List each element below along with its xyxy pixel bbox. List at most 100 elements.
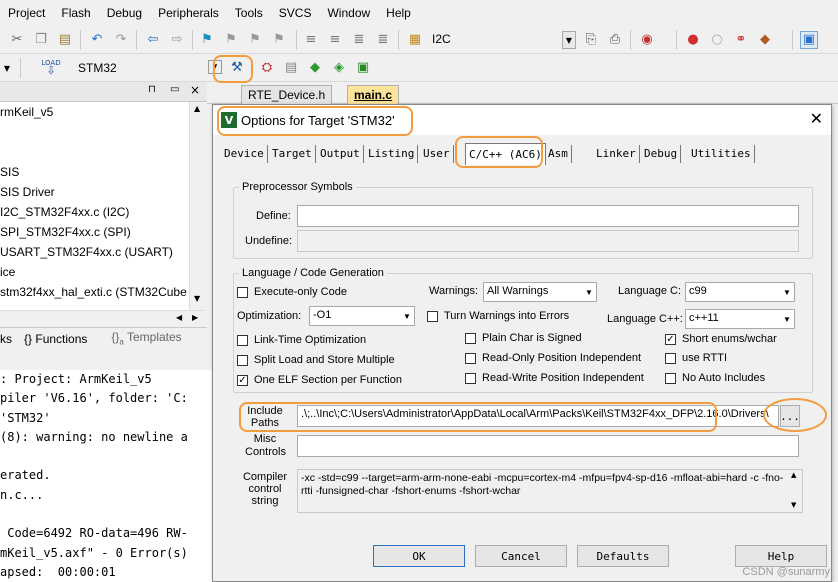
- tab-books[interactable]: ks: [0, 332, 12, 346]
- menu-window[interactable]: Window: [319, 6, 378, 20]
- comment-icon[interactable]: ≣: [350, 31, 368, 49]
- tree-item-spi[interactable]: SPI_STM32F4xx.c (SPI): [0, 222, 190, 242]
- tab-device[interactable]: Device: [221, 145, 268, 163]
- project-vertical-scrollbar[interactable]: ▲ ▼: [189, 102, 205, 310]
- short-enums-checkbox[interactable]: ✓ Short enums/wchar: [665, 333, 777, 345]
- close-icon[interactable]: ×: [190, 83, 200, 97]
- define-input[interactable]: [297, 205, 799, 227]
- nav-forward-icon[interactable]: ⇨: [168, 31, 186, 49]
- menu-flash[interactable]: Flash: [53, 6, 98, 20]
- warnings-select[interactable]: All Warnings ▼: [483, 282, 597, 302]
- one-elf-checkbox[interactable]: ✓ One ELF Section per Function: [237, 374, 402, 386]
- plain-char-checkbox[interactable]: Plain Char is Signed: [465, 332, 582, 344]
- pin-icon[interactable]: ⊓: [148, 84, 156, 95]
- menu-project[interactable]: Project: [0, 6, 53, 20]
- tab-linker[interactable]: Linker: [593, 145, 640, 163]
- menu-bar: Project Flash Debug Peripherals Tools SV…: [0, 0, 838, 26]
- breakpoints-all-icon[interactable]: ◆: [756, 31, 774, 49]
- find-in-files-icon[interactable]: ▦: [406, 31, 424, 49]
- cancel-button[interactable]: Cancel: [475, 545, 567, 567]
- language-cpp-select[interactable]: c++11 ▼: [685, 309, 795, 329]
- undo-icon[interactable]: ↶: [88, 31, 106, 49]
- nav-back-icon[interactable]: ⇦: [144, 31, 162, 49]
- tree-item-i2c[interactable]: I2C_STM32F4xx.c (I2C): [0, 202, 190, 222]
- tab-target[interactable]: Target: [269, 145, 316, 163]
- tab-debug[interactable]: Debug: [641, 145, 682, 163]
- build-line: mKeil_v5.axf" - 0 Error(s): [0, 545, 188, 560]
- ro-position-checkbox[interactable]: Read-Only Position Independent: [465, 352, 641, 364]
- tree-item-cmsis-driver[interactable]: SIS Driver: [0, 182, 190, 202]
- redo-icon[interactable]: ↷: [112, 31, 130, 49]
- window-layout-icon[interactable]: ▣: [800, 31, 818, 49]
- scroll-up-icon[interactable]: ▲: [791, 471, 796, 479]
- bookmark-clear-icon[interactable]: ⚑: [270, 31, 288, 49]
- chevron-down-icon[interactable]: ▼: [0, 59, 14, 77]
- incremental-find-icon[interactable]: ⎙: [606, 31, 624, 49]
- find-icon[interactable]: ⎘: [582, 31, 600, 49]
- project-horizontal-scrollbar[interactable]: ◀ ▶: [0, 310, 205, 326]
- run-time-env-icon[interactable]: ▣: [354, 59, 372, 77]
- menu-help[interactable]: Help: [378, 6, 419, 20]
- tab-templates[interactable]: {}a Templates: [111, 330, 193, 346]
- language-c-select[interactable]: c99 ▼: [685, 282, 795, 302]
- bookmark-next-icon[interactable]: ⚑: [246, 31, 264, 49]
- select-packs-icon[interactable]: ▤: [282, 59, 300, 77]
- manage-rte-icon[interactable]: ◆: [306, 59, 324, 77]
- breakpoint-kill-icon[interactable]: ⚭: [732, 31, 750, 49]
- tree-item-device[interactable]: ice: [0, 262, 190, 282]
- tab-rte-device-h[interactable]: RTE_Device.h: [241, 85, 333, 104]
- options-dialog: V Options for Target 'STM32' ✕ Device Ta…: [212, 104, 832, 582]
- copy-icon[interactable]: ❐: [32, 31, 50, 49]
- optimization-select[interactable]: -O1 ▼: [309, 306, 415, 326]
- chevron-down-icon[interactable]: ▼: [562, 31, 576, 49]
- menu-tools[interactable]: Tools: [227, 6, 271, 20]
- tab-utilities[interactable]: Utilities: [688, 145, 755, 163]
- target-combo-label[interactable]: I2C: [432, 32, 451, 46]
- target-name[interactable]: STM32: [78, 61, 117, 75]
- load-download-icon[interactable]: LOAD ⇩: [41, 58, 60, 77]
- use-rtti-checkbox[interactable]: use RTTI: [665, 352, 727, 364]
- tab-output[interactable]: Output: [317, 145, 364, 163]
- chevron-down-icon: ▼: [400, 307, 414, 325]
- cut-icon[interactable]: ✂: [8, 31, 26, 49]
- tree-item-hal-exti[interactable]: stm32f4xx_hal_exti.c (STM32Cube H: [0, 282, 190, 302]
- tree-item-usart[interactable]: USART_STM32F4xx.c (USART): [0, 242, 190, 262]
- help-button[interactable]: Help: [735, 545, 827, 567]
- paste-icon[interactable]: ▤: [56, 31, 74, 49]
- defaults-button[interactable]: Defaults: [577, 545, 669, 567]
- bookmark-icon[interactable]: ⚑: [198, 31, 216, 49]
- no-auto-includes-checkbox[interactable]: No Auto Includes: [665, 372, 765, 384]
- indent-icon[interactable]: ≡: [302, 31, 320, 49]
- tab-functions[interactable]: {} Functions: [24, 332, 99, 346]
- tree-item-project[interactable]: rmKeil_v5: [0, 102, 190, 122]
- tab-listing[interactable]: Listing: [365, 145, 419, 163]
- menu-debug[interactable]: Debug: [99, 6, 150, 20]
- undefine-input[interactable]: [297, 230, 799, 252]
- scroll-down-icon[interactable]: ▼: [791, 501, 796, 509]
- tab-asm[interactable]: Asm: [545, 145, 572, 163]
- tab-main-c[interactable]: main.c: [347, 85, 400, 104]
- annotation-highlight: [217, 106, 413, 136]
- debug-session-icon[interactable]: ◉: [638, 31, 656, 49]
- menu-svcs[interactable]: SVCS: [271, 6, 320, 20]
- misc-controls-input[interactable]: [297, 435, 799, 457]
- tree-item-cmsis[interactable]: SIS: [0, 162, 190, 182]
- bookmark-prev-icon[interactable]: ⚑: [222, 31, 240, 49]
- execute-only-checkbox[interactable]: Execute-only Code: [237, 286, 347, 298]
- close-icon[interactable]: ✕: [810, 109, 823, 128]
- split-load-checkbox[interactable]: Split Load and Store Multiple: [237, 354, 395, 366]
- lto-checkbox[interactable]: Link-Time Optimization: [237, 334, 366, 346]
- tab-user[interactable]: User: [420, 145, 454, 163]
- window-menu-icon[interactable]: ▭: [170, 84, 179, 95]
- build-line: : Project: ArmKeil_v5: [0, 372, 152, 386]
- breakpoint-disable-icon[interactable]: ○: [708, 31, 726, 49]
- breakpoint-icon[interactable]: ●: [684, 31, 702, 49]
- menu-peripherals[interactable]: Peripherals: [150, 6, 227, 20]
- uncomment-icon[interactable]: ≣: [374, 31, 392, 49]
- unindent-icon[interactable]: ≡: [326, 31, 344, 49]
- manage-project-items-icon[interactable]: ⛭: [258, 59, 276, 77]
- ok-button[interactable]: OK: [373, 545, 465, 567]
- pack-installer-icon[interactable]: ◈: [330, 59, 348, 77]
- rw-position-checkbox[interactable]: Read-Write Position Independent: [465, 372, 644, 384]
- turn-warnings-checkbox[interactable]: Turn Warnings into Errors: [427, 310, 569, 322]
